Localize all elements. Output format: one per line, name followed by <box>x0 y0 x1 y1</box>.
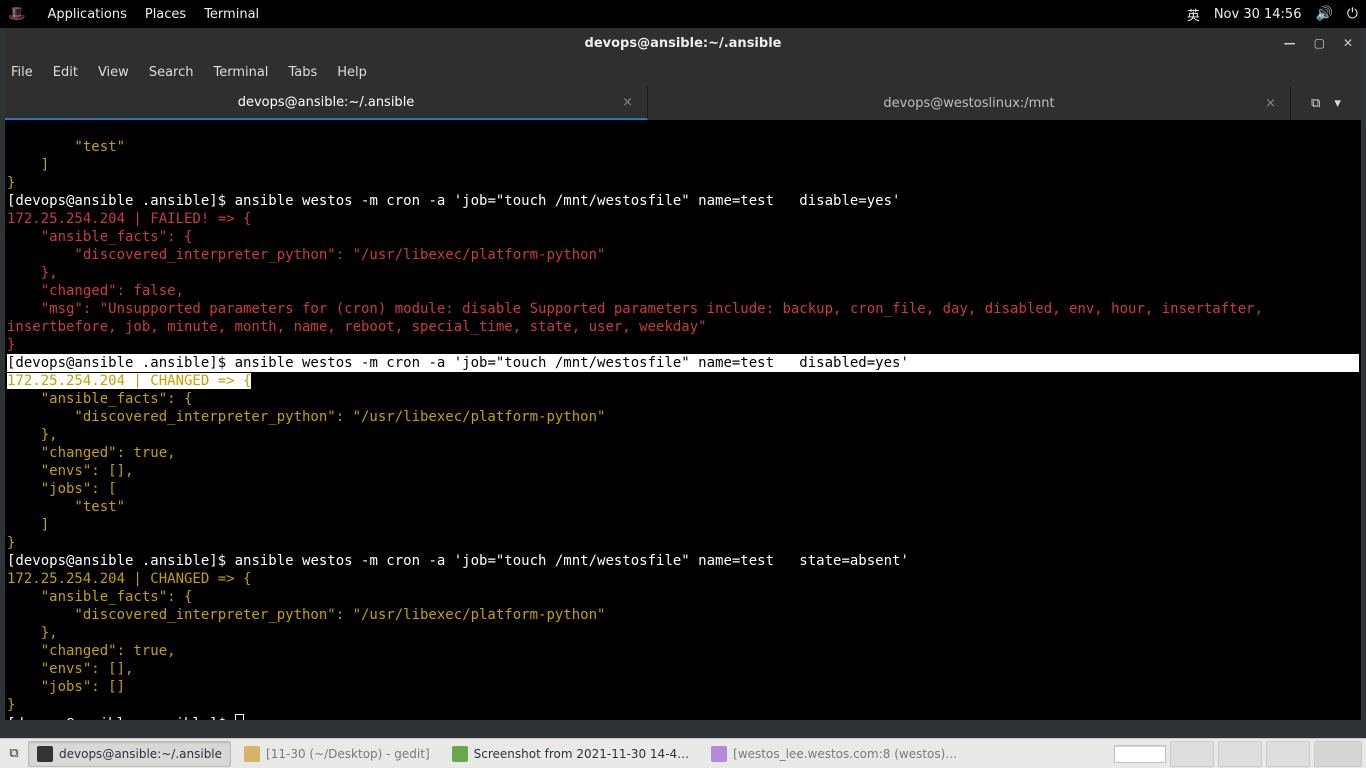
image-viewer-icon <box>452 746 468 762</box>
window-maximize-button[interactable]: ▢ <box>1314 36 1325 50</box>
window-titlebar[interactable]: devops@ansible:~/.ansible — ▢ ✕ <box>5 28 1361 58</box>
output-line: "ansible_facts": { <box>7 391 192 407</box>
tabs-menu-chevron-icon[interactable]: ▾ <box>1334 96 1341 111</box>
output-error-line: }, <box>7 265 58 281</box>
shell-prompt: [devops@ansible .ansible]$ <box>7 193 226 209</box>
virt-manager-icon <box>711 746 727 762</box>
clock[interactable]: Nov 30 14:56 <box>1214 7 1302 22</box>
menu-applications[interactable]: Applications <box>47 7 126 22</box>
gnome-topbar: 🎩 Applications Places Terminal 英 Nov 30 … <box>0 0 1366 28</box>
menu-tabs[interactable]: Tabs <box>288 65 317 80</box>
shell-prompt: [devops@ansible .ansible]$ <box>7 716 235 720</box>
window-close-button[interactable]: ✕ <box>1343 36 1353 50</box>
window-title: devops@ansible:~/.ansible <box>585 36 782 51</box>
output-line: "test" <box>7 139 125 155</box>
output-error-line: "msg": "Unsupported parameters for (cron… <box>7 301 1271 317</box>
tray-button-1[interactable] <box>1170 741 1214 767</box>
terminal-menubar: File Edit View Search Terminal Tabs Help <box>5 58 1361 86</box>
window-minimize-button[interactable]: — <box>1284 36 1296 50</box>
output-error-line: "discovered_interpreter_python": "/usr/l… <box>7 247 605 263</box>
taskbar-item-label: Screenshot from 2021-11-30 14-4… <box>474 747 690 761</box>
shell-command: ansible westos -m cron -a 'job="touch /m… <box>226 553 909 569</box>
tab-2-label: devops@westoslinux:/mnt <box>883 96 1054 111</box>
output-line: "discovered_interpreter_python": "/usr/l… <box>7 409 605 425</box>
tab-1-close-icon[interactable]: × <box>622 95 633 110</box>
gnome-taskbar: ⧉ devops@ansible:~/.ansible [11-30 (~/De… <box>0 738 1366 768</box>
highlighted-command-line: [devops@ansible .ansible]$ ansible westo… <box>7 354 1359 372</box>
output-line: } <box>7 697 15 713</box>
show-desktop-button[interactable] <box>1314 741 1362 767</box>
power-icon[interactable]: ⏻ <box>1347 6 1358 22</box>
tab-2[interactable]: devops@westoslinux:/mnt × <box>648 86 1291 120</box>
menu-file[interactable]: File <box>11 65 33 80</box>
gedit-icon <box>244 746 260 762</box>
terminal-viewport[interactable]: "test" ] } [devops@ansible .ansible]$ an… <box>5 120 1361 720</box>
output-line: "jobs": [] <box>7 679 125 695</box>
output-line: } <box>7 535 15 551</box>
output-line: ] <box>7 157 49 173</box>
output-line: } <box>7 175 15 191</box>
tray-button-2[interactable] <box>1218 741 1262 767</box>
terminal-cursor <box>235 714 244 720</box>
output-line: "changed": true, <box>7 445 176 461</box>
menu-view[interactable]: View <box>98 65 129 80</box>
tab-2-close-icon[interactable]: × <box>1265 96 1276 111</box>
tray-trough <box>1114 745 1166 763</box>
output-line: ] <box>7 517 49 533</box>
output-error-line: insertbefore, job, minute, month, name, … <box>7 319 707 335</box>
menu-terminal[interactable]: Terminal <box>204 7 259 22</box>
shell-command: ansible westos -m cron -a 'job="touch /m… <box>226 193 900 209</box>
highlighted-status-line: 172.25.254.204 | CHANGED => { <box>7 373 251 389</box>
output-error-line: 172.25.254.204 | FAILED! => { <box>7 211 251 227</box>
menu-search[interactable]: Search <box>149 65 194 80</box>
terminal-window: devops@ansible:~/.ansible — ▢ ✕ File Edi… <box>5 28 1361 720</box>
taskbar-item-label: [11-30 (~/Desktop) - gedit] <box>266 747 430 761</box>
tab-1-label: devops@ansible:~/.ansible <box>238 95 415 110</box>
output-line: }, <box>7 625 58 641</box>
output-line: "discovered_interpreter_python": "/usr/l… <box>7 607 605 623</box>
output-error-line: } <box>7 337 15 353</box>
output-line: "envs": [], <box>7 463 133 479</box>
new-tab-icon[interactable]: ⧉ <box>1311 96 1320 111</box>
workspace-switcher-icon[interactable]: ⧉ <box>4 744 24 764</box>
taskbar-item-terminal[interactable]: devops@ansible:~/.ansible <box>28 741 231 767</box>
taskbar-item-gedit[interactable]: [11-30 (~/Desktop) - gedit] <box>235 741 439 767</box>
output-line: "envs": [], <box>7 661 133 677</box>
output-line: "ansible_facts": { <box>7 589 192 605</box>
output-error-line: "ansible_facts": { <box>7 229 192 245</box>
tab-1[interactable]: devops@ansible:~/.ansible × <box>5 86 648 120</box>
menu-edit[interactable]: Edit <box>53 65 78 80</box>
input-method-indicator[interactable]: 英 <box>1187 5 1200 24</box>
output-line: }, <box>7 427 58 443</box>
volume-icon[interactable]: 🔊 <box>1315 6 1332 22</box>
output-line: "changed": true, <box>7 643 176 659</box>
output-line: "test" <box>7 499 125 515</box>
taskbar-item-label: [westos_lee.westos.com:8 (westos)… <box>733 747 957 761</box>
output-line: "jobs": [ <box>7 481 117 497</box>
taskbar-item-virtmanager[interactable]: [westos_lee.westos.com:8 (westos)… <box>702 741 966 767</box>
taskbar-item-label: devops@ansible:~/.ansible <box>59 747 222 761</box>
menu-terminal-dropdown[interactable]: Terminal <box>213 65 268 80</box>
terminal-icon <box>37 746 53 762</box>
menu-help[interactable]: Help <box>337 65 367 80</box>
shell-prompt: [devops@ansible .ansible]$ <box>7 553 226 569</box>
output-error-line: "changed": false, <box>7 283 184 299</box>
taskbar-item-imageviewer[interactable]: Screenshot from 2021-11-30 14-4… <box>443 741 699 767</box>
redhat-logo-icon: 🎩 <box>8 6 25 22</box>
menu-places[interactable]: Places <box>145 7 186 22</box>
tray-button-3[interactable] <box>1266 741 1310 767</box>
output-line: 172.25.254.204 | CHANGED => { <box>7 571 251 587</box>
terminal-tabstrip: devops@ansible:~/.ansible × devops@westo… <box>5 86 1361 120</box>
